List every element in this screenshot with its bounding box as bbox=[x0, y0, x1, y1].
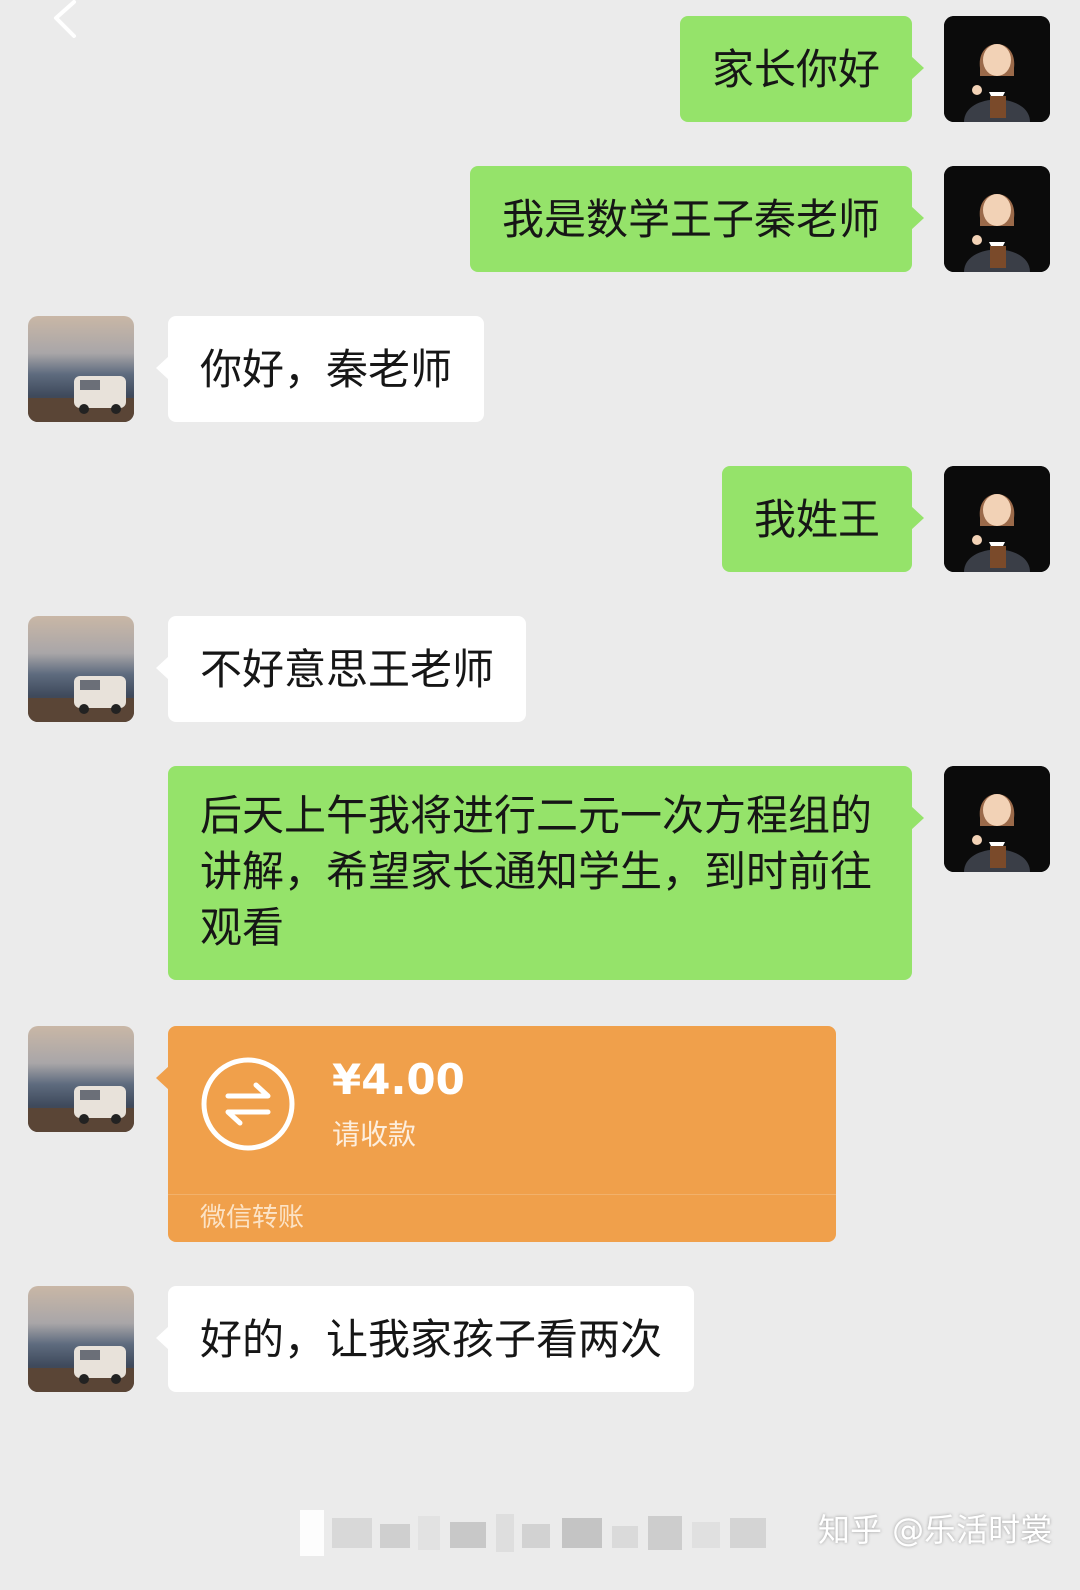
teacher-avatar-image bbox=[944, 466, 1050, 572]
transfer-footer-label: 微信转账 bbox=[200, 1203, 305, 1233]
message-text: 我姓王 bbox=[753, 495, 880, 544]
transfer-card[interactable]: ¥4.00 请收款 微信转账 bbox=[156, 1026, 836, 1242]
transfer-amount: ¥4.00 bbox=[332, 1055, 465, 1104]
teacher-avatar[interactable] bbox=[944, 466, 1050, 572]
parent-avatar[interactable] bbox=[28, 1286, 134, 1392]
message-bubble[interactable]: 不好意思王老师 bbox=[155, 616, 527, 722]
message-row-sent: 后天上午我将进行二元一次方程组的讲解，希望家长通知学生，到时前往观看 bbox=[0, 766, 1080, 980]
parent-avatar[interactable] bbox=[28, 616, 134, 722]
teacher-avatar-image bbox=[944, 166, 1050, 272]
message-row-sent: 家长你好 bbox=[0, 16, 1080, 122]
blurred-region bbox=[300, 1510, 780, 1556]
message-row-received: 不好意思王老师 bbox=[0, 616, 1080, 722]
message-row-received: 你好，秦老师 bbox=[0, 316, 1080, 422]
message-row-sent: 我是数学王子秦老师 bbox=[0, 166, 1080, 272]
teacher-avatar[interactable] bbox=[944, 166, 1050, 272]
message-row-received: ¥4.00 请收款 微信转账 bbox=[0, 1026, 1080, 1242]
parent-avatar-image bbox=[28, 316, 134, 422]
message-text: 你好，秦老师 bbox=[200, 345, 453, 394]
transfer-divider bbox=[168, 1194, 836, 1195]
transfer-icon-wrap bbox=[200, 1056, 296, 1152]
parent-avatar-image bbox=[28, 1286, 134, 1392]
message-bubble[interactable]: 我姓王 bbox=[721, 466, 925, 572]
message-bubble[interactable]: 后天上午我将进行二元一次方程组的讲解，希望家长通知学生，到时前往观看 bbox=[168, 766, 924, 980]
transfer-status: 请收款 bbox=[332, 1118, 417, 1151]
watermark-text: 知乎 @乐活时裳 bbox=[818, 1511, 1053, 1549]
parent-avatar-image bbox=[28, 616, 134, 722]
message-bubble[interactable]: 你好，秦老师 bbox=[155, 316, 485, 422]
message-row-received: 好的，让我家孩子看两次 bbox=[0, 1286, 1080, 1392]
pixelated-blur-decoration bbox=[300, 1510, 766, 1556]
message-text: 不好意思王老师 bbox=[200, 645, 495, 694]
teacher-avatar-image bbox=[944, 766, 1050, 872]
message-bubble[interactable]: 家长你好 bbox=[679, 16, 925, 122]
parent-avatar-image bbox=[28, 1026, 134, 1132]
parent-avatar[interactable] bbox=[28, 316, 134, 422]
message-text: 家长你好 bbox=[711, 45, 880, 94]
teacher-avatar[interactable] bbox=[944, 766, 1050, 872]
parent-avatar[interactable] bbox=[28, 1026, 134, 1132]
message-text: 后天上午我将进行二元一次方程组的讲解，希望家长通知学生，到时前往观看 bbox=[200, 791, 873, 952]
message-text: 我是数学王子秦老师 bbox=[501, 195, 880, 244]
transfer-arrows-icon bbox=[201, 1057, 295, 1151]
teacher-avatar[interactable] bbox=[944, 16, 1050, 122]
message-text: 好的，让我家孩子看两次 bbox=[200, 1315, 663, 1364]
message-bubble[interactable]: 好的，让我家孩子看两次 bbox=[155, 1286, 695, 1392]
teacher-avatar-image bbox=[944, 16, 1050, 122]
message-bubble[interactable]: 我是数学王子秦老师 bbox=[469, 166, 925, 272]
message-row-sent: 我姓王 bbox=[0, 466, 1080, 572]
